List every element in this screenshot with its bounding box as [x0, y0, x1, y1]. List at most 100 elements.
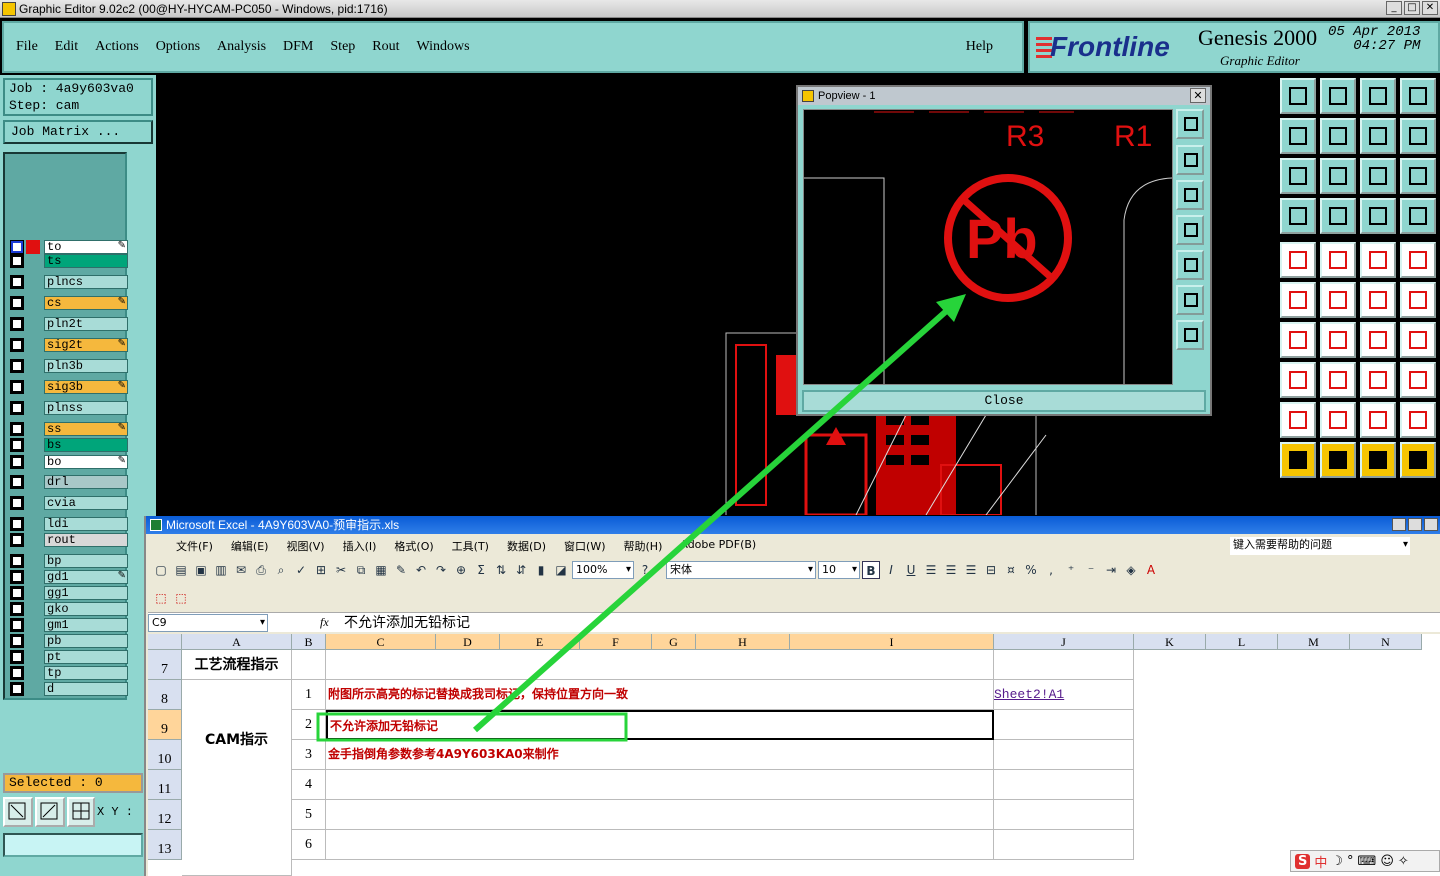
- menu-rout[interactable]: Rout: [372, 39, 399, 55]
- popview-canvas[interactable]: R3 R1 Pb: [803, 109, 1173, 385]
- tool-arrow-a-2-button[interactable]: [1360, 402, 1396, 438]
- layer-row[interactable]: bo ✎: [10, 455, 128, 469]
- layer-name[interactable]: pln2t: [44, 317, 128, 331]
- tool-window-split-button[interactable]: [1400, 78, 1436, 114]
- layer-row[interactable]: cs ✎: [10, 296, 128, 310]
- menu-actions[interactable]: Actions: [95, 39, 139, 55]
- layer-checkbox[interactable]: [10, 554, 24, 568]
- tool-move-button[interactable]: [1360, 282, 1396, 318]
- layer-row[interactable]: gd1 ✎: [10, 570, 128, 584]
- tool-zoom-tool-button[interactable]: [1360, 118, 1396, 154]
- layer-checkbox[interactable]: [10, 634, 24, 648]
- popview-tool-1[interactable]: [1176, 109, 1204, 139]
- layer-checkbox[interactable]: [10, 438, 24, 452]
- layer-checkbox[interactable]: [10, 533, 24, 547]
- tool-dim-tool-button[interactable]: [1360, 362, 1396, 398]
- layer-row[interactable]: bp: [10, 554, 128, 568]
- tool-layer-red-button[interactable]: [1360, 198, 1396, 234]
- tool-delete-button[interactable]: [1320, 282, 1356, 318]
- layer-name[interactable]: sig3b: [44, 380, 128, 394]
- layer-name[interactable]: pt: [44, 650, 128, 664]
- tool-group-tool-button[interactable]: [1400, 362, 1436, 398]
- layer-row[interactable]: pln3b: [10, 359, 128, 373]
- menu-file[interactable]: File: [16, 39, 38, 55]
- tool-pointer-button[interactable]: [1280, 442, 1316, 478]
- layer-name[interactable]: plncs: [44, 275, 128, 289]
- tool-angle-line-button[interactable]: [1280, 322, 1316, 358]
- layer-row[interactable]: gm1: [10, 618, 128, 632]
- layer-row[interactable]: to ✎: [10, 240, 128, 254]
- tool-fit-all-button[interactable]: [1320, 158, 1356, 194]
- tool-minus-tool-button[interactable]: [1320, 362, 1356, 398]
- layer-name[interactable]: sig2t: [44, 338, 128, 352]
- tool-open-job-button[interactable]: [1280, 78, 1316, 114]
- layer-checkbox[interactable]: [10, 254, 24, 268]
- tool-triangle-button[interactable]: [1280, 402, 1316, 438]
- ime-mode[interactable]: 中: [1314, 852, 1327, 871]
- layer-row[interactable]: pln2t: [10, 317, 128, 331]
- layer-checkbox[interactable]: [10, 682, 24, 696]
- layer-row[interactable]: pb: [10, 634, 128, 648]
- layer-checkbox[interactable]: [10, 496, 24, 510]
- layer-checkbox[interactable]: [10, 455, 24, 469]
- layer-row[interactable]: pt: [10, 650, 128, 664]
- layer-checkbox[interactable]: [10, 338, 24, 352]
- layer-name[interactable]: tp: [44, 666, 128, 680]
- keyboard-icon[interactable]: ⌨: [1358, 854, 1377, 869]
- popview-tool-5[interactable]: [1176, 250, 1204, 280]
- layer-name[interactable]: pln3b: [44, 359, 128, 373]
- layer-row[interactable]: sig2t ✎: [10, 338, 128, 352]
- menu-options[interactable]: Options: [156, 39, 200, 55]
- layer-row[interactable]: rout: [10, 533, 128, 547]
- popview-tool-4[interactable]: [1176, 215, 1204, 245]
- layer-name[interactable]: ss: [44, 422, 128, 436]
- layer-row[interactable]: plnss: [10, 401, 128, 415]
- tool-pointer-2-button[interactable]: [1320, 442, 1356, 478]
- ime-toolbar[interactable]: S 中 ☽ ° ⌨ ☺ ✧: [1290, 850, 1440, 872]
- layer-name[interactable]: to: [44, 240, 128, 254]
- layer-row[interactable]: drl: [10, 475, 128, 489]
- popview-tool-2[interactable]: [1176, 145, 1204, 175]
- tool-home-button[interactable]: [1360, 78, 1396, 114]
- measure-tool[interactable]: [35, 797, 65, 827]
- layer-name[interactable]: bo: [44, 455, 128, 469]
- minimize-button[interactable]: _: [1386, 1, 1402, 15]
- layer-name[interactable]: gm1: [44, 618, 128, 632]
- layer-row[interactable]: ldi: [10, 517, 128, 531]
- layer-checkbox[interactable]: [10, 586, 24, 600]
- tool-grid-toggle-button[interactable]: [1320, 198, 1356, 234]
- close-button[interactable]: ✕: [1422, 1, 1438, 15]
- tool-pad-tool-button[interactable]: [1280, 362, 1316, 398]
- tool-icon[interactable]: ✧: [1398, 854, 1409, 869]
- tool-font-tool-button[interactable]: [1400, 322, 1436, 358]
- tool-ruler-button[interactable]: [1360, 242, 1396, 278]
- layer-name[interactable]: rout: [44, 533, 128, 547]
- layer-checkbox[interactable]: [10, 380, 24, 394]
- layer-row[interactable]: bs: [10, 438, 128, 452]
- layer-checkbox[interactable]: [10, 475, 24, 489]
- layer-row[interactable]: sig3b ✎: [10, 380, 128, 394]
- tool-route-tool-button[interactable]: [1400, 442, 1436, 478]
- tool-slope-line-button[interactable]: [1320, 322, 1356, 358]
- layer-row[interactable]: cvia: [10, 496, 128, 510]
- layer-row[interactable]: gg1: [10, 586, 128, 600]
- layer-checkbox[interactable]: [10, 570, 24, 584]
- menu-help[interactable]: Help: [966, 39, 993, 55]
- layer-checkbox[interactable]: [10, 650, 24, 664]
- popview-close-icon[interactable]: ✕: [1190, 88, 1206, 103]
- tool-add-circle-button[interactable]: [1400, 242, 1436, 278]
- maximize-button[interactable]: □: [1404, 1, 1420, 15]
- menu-dfm[interactable]: DFM: [283, 39, 313, 55]
- menu-windows[interactable]: Windows: [417, 39, 470, 55]
- layer-name[interactable]: bs: [44, 438, 128, 452]
- layer-checkbox[interactable]: [10, 401, 24, 415]
- layer-name[interactable]: cvia: [44, 496, 128, 510]
- tool-arrow-a-button[interactable]: [1320, 402, 1356, 438]
- layer-name[interactable]: ts: [44, 254, 128, 268]
- layer-name[interactable]: d: [44, 682, 128, 696]
- tool-scale-1-2-button[interactable]: [1360, 158, 1396, 194]
- tool-fit-vertical-button[interactable]: [1280, 158, 1316, 194]
- tool-help-query-button[interactable]: [1400, 158, 1436, 194]
- moon-icon[interactable]: ☽: [1331, 854, 1343, 869]
- layer-name[interactable]: bp: [44, 554, 128, 568]
